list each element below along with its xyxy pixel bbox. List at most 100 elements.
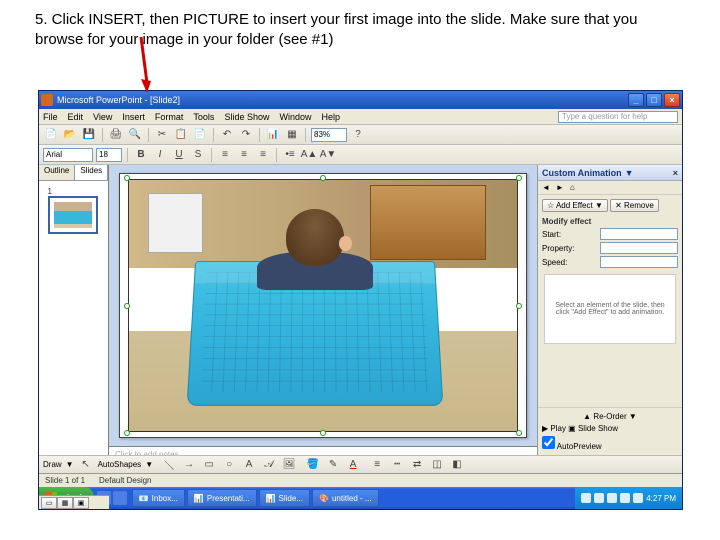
menu-tools[interactable]: Tools (193, 112, 214, 122)
copy-button[interactable]: 📋 (173, 127, 189, 143)
redo-button[interactable]: ↷ (238, 127, 254, 143)
chart-button[interactable]: 📊 (265, 127, 281, 143)
align-left-button[interactable]: ≡ (217, 147, 233, 163)
close-button[interactable]: × (664, 93, 680, 107)
statusbar: Slide 1 of 1 Default Design (39, 473, 682, 487)
menu-insert[interactable]: Insert (122, 112, 145, 122)
selection-handle[interactable] (516, 430, 522, 436)
zoom-dropdown[interactable]: 83% (311, 128, 347, 142)
property-dropdown[interactable] (600, 242, 678, 254)
font-color-icon[interactable]: A (345, 457, 361, 473)
inserted-picture[interactable] (128, 179, 518, 432)
selection-handle[interactable] (124, 175, 130, 181)
cut-button[interactable]: ✂ (154, 127, 170, 143)
slide-editor[interactable] (109, 165, 537, 446)
quicklaunch-icon[interactable] (113, 491, 127, 505)
selection-handle[interactable] (516, 175, 522, 181)
remove-effect-button[interactable]: ✕ Remove (610, 199, 659, 212)
fontsize-dropdown[interactable]: 18 (96, 148, 122, 162)
arrow-style-icon[interactable]: ⇄ (409, 457, 425, 473)
align-center-button[interactable]: ≡ (236, 147, 252, 163)
menu-edit[interactable]: Edit (68, 112, 84, 122)
undo-button[interactable]: ↶ (219, 127, 235, 143)
bold-button[interactable]: B (133, 147, 149, 163)
formatting-toolbar: Arial 18 B I U S ≡ ≡ ≡ •≡ A▲ A▼ (39, 145, 682, 165)
menu-help[interactable]: Help (321, 112, 340, 122)
3d-style-icon[interactable]: ◧ (449, 457, 465, 473)
decrease-font-button[interactable]: A▼ (320, 147, 336, 163)
slideshow-button[interactable]: ▣ Slide Show (568, 424, 618, 433)
shadow-button[interactable]: S (190, 147, 206, 163)
menu-slideshow[interactable]: Slide Show (224, 112, 269, 122)
selection-handle[interactable] (320, 430, 326, 436)
nav-back-button[interactable]: ◄ (542, 183, 550, 192)
task-pane-close[interactable]: × (673, 168, 678, 178)
maximize-button[interactable]: □ (646, 93, 662, 107)
selection-handle[interactable] (124, 430, 130, 436)
clock[interactable]: 4:27 PM (646, 494, 676, 503)
table-button[interactable]: ▦ (284, 127, 300, 143)
play-button[interactable]: ▶ Play (542, 424, 566, 433)
taskbar-item[interactable]: 📊Presentati... (187, 489, 257, 507)
font-dropdown[interactable]: Arial (43, 148, 93, 162)
print-button[interactable]: 🖨 (108, 127, 124, 143)
taskbar-item[interactable]: 📊Slide... (259, 489, 310, 507)
align-right-button[interactable]: ≡ (255, 147, 271, 163)
task-pane-title: Custom Animation (542, 168, 622, 178)
nav-forward-button[interactable]: ► (556, 183, 564, 192)
tray-icon[interactable] (620, 493, 630, 503)
line-style-icon[interactable]: ≡ (369, 457, 385, 473)
minimize-button[interactable]: _ (628, 93, 644, 107)
reorder-down-button[interactable]: ▼ (629, 412, 637, 421)
autopreview-checkbox[interactable] (542, 436, 555, 449)
start-dropdown[interactable] (600, 228, 678, 240)
draw-menu[interactable]: Draw (43, 460, 62, 469)
tray-icon[interactable] (594, 493, 604, 503)
speed-dropdown[interactable] (600, 256, 678, 268)
tray-icon[interactable] (607, 493, 617, 503)
autoshapes-menu[interactable]: AutoShapes (98, 460, 142, 469)
save-button[interactable]: 💾 (81, 127, 97, 143)
italic-button[interactable]: I (152, 147, 168, 163)
select-icon[interactable]: ↖ (78, 457, 94, 473)
textbox-icon[interactable]: A (241, 457, 257, 473)
tray-icon[interactable] (581, 493, 591, 503)
selection-handle[interactable] (320, 175, 326, 181)
selection-handle[interactable] (124, 303, 130, 309)
shadow-style-icon[interactable]: ◫ (429, 457, 445, 473)
tray-icon[interactable] (633, 493, 643, 503)
underline-button[interactable]: U (171, 147, 187, 163)
new-button[interactable]: 📄 (43, 127, 59, 143)
menu-window[interactable]: Window (279, 112, 311, 122)
arrow-icon[interactable]: → (181, 457, 197, 473)
chevron-down-icon[interactable]: ▼ (625, 168, 634, 178)
menu-file[interactable]: File (43, 112, 58, 122)
slide-thumbnail[interactable]: 1 (48, 187, 100, 234)
help-search-input[interactable]: Type a question for help (558, 111, 678, 123)
preview-button[interactable]: 🔍 (127, 127, 143, 143)
tab-slides[interactable]: Slides (75, 165, 108, 180)
menu-format[interactable]: Format (155, 112, 184, 122)
home-icon[interactable]: ⌂ (570, 183, 575, 192)
selection-handle[interactable] (516, 303, 522, 309)
notes-pane[interactable]: Click to add notes (109, 446, 537, 455)
rectangle-icon[interactable]: ▭ (201, 457, 217, 473)
paste-button[interactable]: 📄 (192, 127, 208, 143)
increase-font-button[interactable]: A▲ (301, 147, 317, 163)
taskbar-item[interactable]: 📧Inbox... (132, 489, 185, 507)
oval-icon[interactable]: ○ (221, 457, 237, 473)
dash-style-icon[interactable]: ┅ (389, 457, 405, 473)
tab-outline[interactable]: Outline (39, 165, 75, 180)
bullets-button[interactable]: •≡ (282, 147, 298, 163)
taskbar-item[interactable]: 🎨untitled - ... (312, 489, 379, 507)
open-button[interactable]: 📂 (62, 127, 78, 143)
reorder-up-button[interactable]: ▲ (583, 412, 591, 421)
line-color-icon[interactable]: ✎ (325, 457, 341, 473)
clipart-icon[interactable]: 🖼 (281, 457, 297, 473)
fill-color-icon[interactable]: 🪣 (305, 457, 321, 473)
wordart-icon[interactable]: 𝒜 (261, 457, 277, 473)
menu-view[interactable]: View (93, 112, 112, 122)
add-effect-button[interactable]: ☆ Add Effect ▼ (542, 199, 608, 212)
line-icon[interactable]: ＼ (161, 457, 177, 473)
help-button[interactable]: ? (350, 127, 366, 143)
